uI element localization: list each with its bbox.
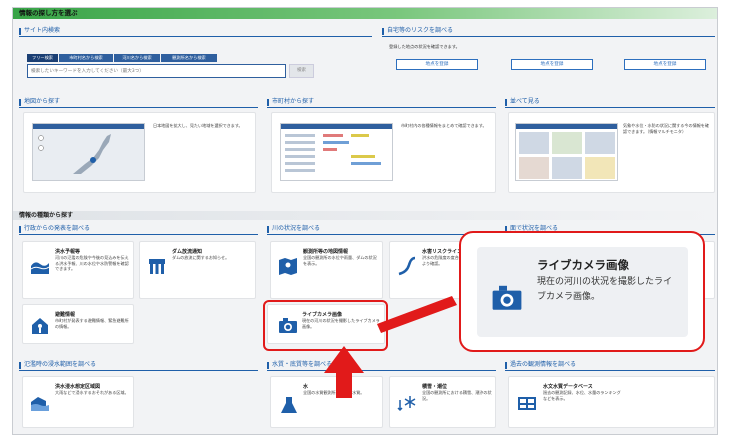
connector-arrow xyxy=(377,296,457,333)
zoom-callout: ライブカメラ画像 現在の河川の状況を撮影したライブカメラ画像。 xyxy=(459,231,705,352)
up-arrow-icon xyxy=(324,346,364,398)
highlight-arrows xyxy=(324,296,457,398)
callout-desc: 現在の河川の状況を撮影したライブカメラ画像。 xyxy=(537,277,673,302)
callout-title: ライブカメラ画像 xyxy=(537,258,629,272)
callout-card[interactable]: ライブカメラ画像 現在の河川の状況を撮影したライブカメラ画像。 xyxy=(477,247,688,337)
callout-camera-icon xyxy=(492,285,522,310)
